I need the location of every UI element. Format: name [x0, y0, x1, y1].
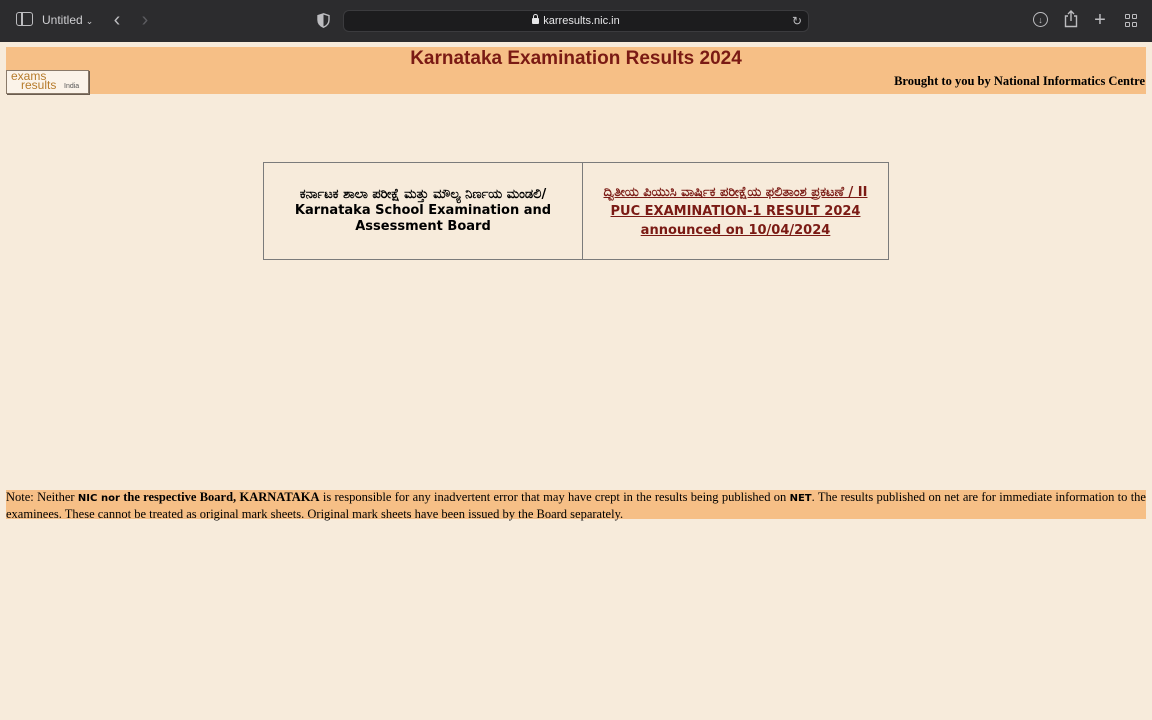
tab-group-menu[interactable]: Untitled ⌄ — [42, 13, 93, 27]
back-arrow-icon[interactable]: ‹ — [110, 9, 124, 31]
sidebar-toggle-icon[interactable] — [16, 12, 33, 26]
page-title: Karnataka Examination Results 2024 — [410, 48, 742, 69]
download-icon[interactable]: ↓ — [1033, 12, 1048, 27]
exams-results-india-logo[interactable]: exams results India — [6, 70, 89, 94]
address-bar[interactable]: karresults.nic.in ↻ — [343, 10, 809, 32]
result-link-cell: ದ್ವಿತೀಯ ಪಿಯುಸಿ ವಾರ್ಷಿಕ ಪರೀಕ್ಷೆಯ ಫಲಿತಾಂಶ … — [583, 163, 888, 259]
page-header: Karnataka Examination Results 2024 exams… — [6, 47, 1146, 94]
new-tab-plus-icon[interactable]: + — [1092, 9, 1108, 31]
logo-text-india: India — [64, 83, 80, 90]
note-nic: NIC nor — [77, 493, 120, 504]
note-text-2: is responsible for any inadvertent error… — [319, 490, 790, 504]
lock-icon — [532, 14, 540, 24]
logo-text-results: results — [21, 78, 57, 92]
tab-group-title: Untitled — [42, 13, 83, 27]
board-name-english: Karnataka School Examination and Assessm… — [294, 203, 552, 234]
disclaimer-note: Note: Neither NIC nor the respective Boa… — [6, 490, 1146, 521]
tab-overview-icon[interactable] — [1124, 13, 1138, 27]
browser-toolbar: Untitled ⌄ ‹ › karresults.nic.in ↻ ↓ + — [0, 0, 1152, 42]
reload-icon[interactable]: ↻ — [792, 14, 802, 28]
forward-arrow-icon[interactable]: › — [138, 9, 152, 31]
note-text: Note: Neither — [6, 490, 78, 504]
chevron-down-icon: ⌄ — [85, 16, 94, 26]
share-icon[interactable] — [1064, 10, 1078, 28]
brought-by-text: Brought to you by National Informatics C… — [894, 74, 1145, 88]
address-url: karresults.nic.in — [543, 15, 620, 27]
board-name-kannada: ಕರ್ನಾಟಕ ಶಾಲಾ ಪರೀಕ್ಷೆ ಮತ್ತು ಮೌಲ್ಯ ನಿರ್ಣಯ … — [299, 187, 547, 202]
ii-puc-result-link[interactable]: ದ್ವಿತೀಯ ಪಿಯುಸಿ ವಾರ್ಷಿಕ ಪರೀಕ್ಷೆಯ ಫಲಿತಾಂಶ … — [587, 183, 884, 240]
board-name-cell: ಕರ್ನಾಟಕ ಶಾಲಾ ಪರೀಕ್ಷೆ ಮತ್ತು ಮೌಲ್ಯ ನಿರ್ಣಯ … — [264, 163, 583, 259]
privacy-shield-icon[interactable] — [317, 12, 330, 28]
note-board: the respective Board, KARNATAKA — [119, 490, 320, 504]
board-results-table: ಕರ್ನಾಟಕ ಶಾಲಾ ಪರೀಕ್ಷೆ ಮತ್ತು ಮೌಲ್ಯ ನಿರ್ಣಯ … — [263, 162, 889, 260]
note-net: NET — [789, 493, 812, 504]
